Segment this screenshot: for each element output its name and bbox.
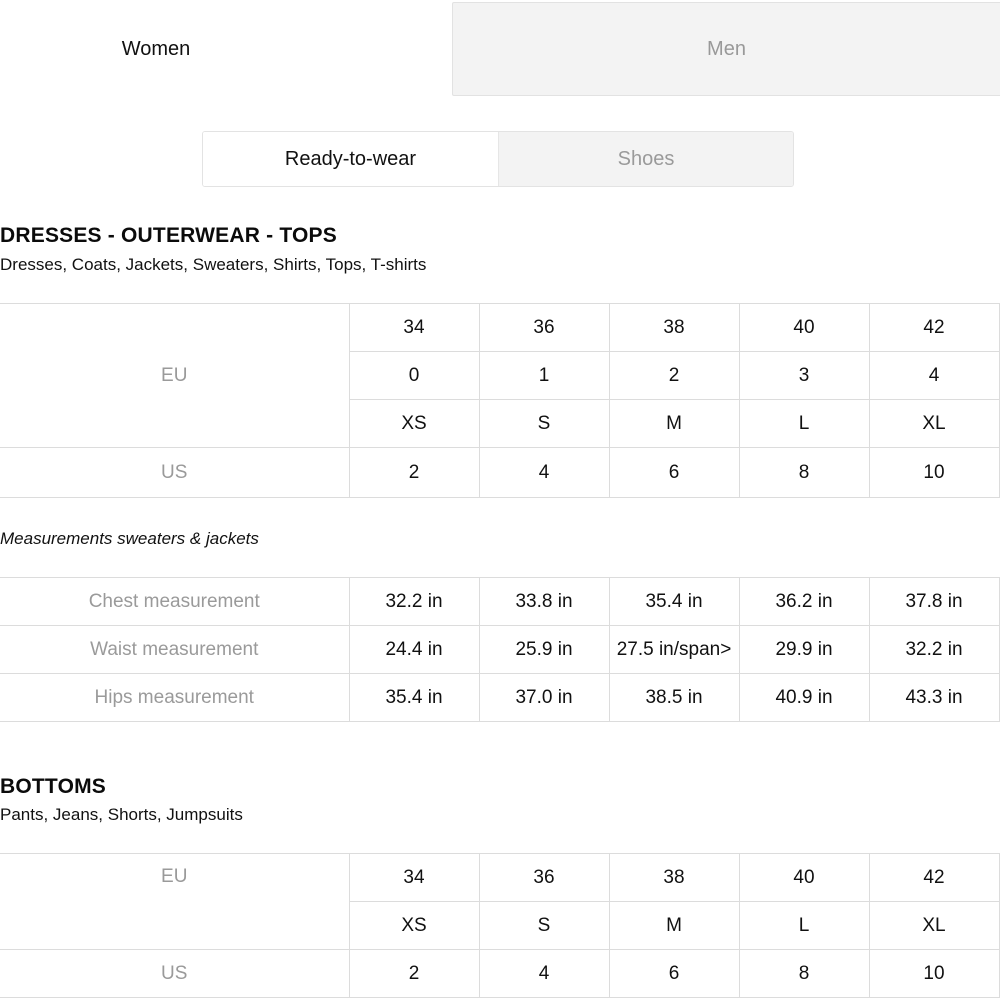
table-cell: M	[608, 399, 740, 448]
table-cell: XS	[349, 901, 480, 950]
tops-section-subtitle: Dresses, Coats, Jackets, Sweaters, Shirt…	[0, 255, 427, 274]
table-cell: 1	[478, 351, 610, 400]
table-cell: 10	[868, 949, 1000, 998]
table-row: Chest measurement 32.2 in 33.8 in 35.4 i…	[0, 577, 1000, 626]
table-cell: 10	[868, 447, 1000, 498]
bottoms-section-title: BOTTOMS	[0, 775, 107, 798]
table-cell: 4	[868, 351, 1000, 400]
eu-row-label: EU	[0, 853, 350, 950]
tab-shoes[interactable]: Shoes	[499, 132, 793, 186]
table-cell: L	[738, 399, 870, 448]
table-cell: 2	[608, 351, 740, 400]
table-cell: 6	[608, 949, 740, 998]
waist-measurement-label: Waist measurement	[0, 625, 350, 674]
table-row: Hips measurement 35.4 in 37.0 in 38.5 in…	[0, 673, 1000, 722]
table-row: US 2 4 6 8 10	[0, 949, 1000, 998]
table-cell: 6	[608, 447, 740, 498]
table-cell: 35.4 in	[608, 577, 740, 626]
table-cell: 37.0 in	[478, 673, 610, 722]
us-row-label: US	[0, 447, 350, 498]
table-cell: 36	[478, 303, 610, 352]
table-cell: 25.9 in	[478, 625, 610, 674]
table-cell: 42	[868, 303, 1000, 352]
table-cell: 34	[348, 303, 480, 352]
tab-men-label: Men	[707, 37, 746, 60]
tab-ready-to-wear[interactable]: Ready-to-wear	[203, 132, 499, 186]
bottoms-size-table: EU 34 36 38 40 42 XS S M L XL US 2 4 6 8…	[0, 853, 1000, 998]
bottoms-section-subtitle: Pants, Jeans, Shorts, Jumpsuits	[0, 805, 243, 824]
table-cell: 36	[478, 853, 610, 902]
table-cell: M	[608, 901, 740, 950]
table-cell: 36.2 in	[738, 577, 870, 626]
table-cell: S	[478, 399, 610, 448]
table-cell: 40.9 in	[738, 673, 870, 722]
category-switcher: Ready-to-wear Shoes	[202, 131, 794, 187]
tab-shoes-label: Shoes	[617, 147, 675, 170]
table-cell: 35.4 in	[348, 673, 480, 722]
table-cell: 29.9 in	[738, 625, 870, 674]
table-cell: 33.8 in	[478, 577, 610, 626]
tops-size-table: EU 34 36 38 40 42 0 1 2 3 4 XS S M L XL …	[0, 303, 1000, 498]
table-cell: 38	[608, 853, 740, 902]
table-cell: 3	[738, 351, 870, 400]
table-row: EU 34 36 38 40 42	[0, 303, 1000, 448]
measurements-note: Measurements sweaters & jackets	[0, 529, 259, 548]
table-cell: 0	[349, 351, 480, 400]
table-cell: 42	[868, 853, 1000, 902]
measurements-table: Chest measurement 32.2 in 33.8 in 35.4 i…	[0, 577, 1000, 722]
us-row-label: US	[0, 949, 350, 998]
size-guide-page: Women Men Ready-to-wear Shoes DRESSES - …	[0, 0, 1000, 1000]
table-cell: 27.5 in/span>	[608, 625, 740, 674]
tab-men[interactable]: Men	[452, 2, 1000, 96]
table-cell: 34	[348, 853, 480, 902]
table-cell: L	[738, 901, 870, 950]
table-cell: 38	[608, 303, 740, 352]
table-cell: 32.2 in	[348, 577, 480, 626]
table-cell: 2	[348, 949, 480, 998]
table-cell: XL	[868, 399, 1000, 448]
table-cell: 2	[348, 447, 480, 498]
table-row: Waist measurement 24.4 in 25.9 in 27.5 i…	[0, 625, 1000, 674]
table-cell: 32.2 in	[868, 625, 1000, 674]
table-row: EU 34 36 38 40 42	[0, 853, 1000, 950]
table-row: US 2 4 6 8 10	[0, 447, 1000, 498]
table-cell: 43.3 in	[868, 673, 1000, 722]
tab-women[interactable]: Women	[0, 2, 312, 96]
table-cell: 38.5 in	[608, 673, 740, 722]
chest-measurement-label: Chest measurement	[0, 577, 350, 626]
table-cell: XS	[349, 399, 480, 448]
hips-measurement-label: Hips measurement	[0, 673, 350, 722]
table-cell: 37.8 in	[868, 577, 1000, 626]
table-cell: S	[478, 901, 610, 950]
table-cell: 40	[738, 853, 870, 902]
table-cell: 40	[738, 303, 870, 352]
table-cell: 4	[478, 447, 610, 498]
table-cell: XL	[868, 901, 1000, 950]
tab-women-label: Women	[121, 37, 191, 60]
table-cell: 8	[738, 447, 870, 498]
tab-ready-to-wear-label: Ready-to-wear	[284, 147, 417, 170]
tops-section-title: DRESSES - OUTERWEAR - TOPS	[0, 224, 337, 247]
table-cell: 4	[478, 949, 610, 998]
eu-row-label: EU	[0, 303, 350, 448]
table-cell: 24.4 in	[348, 625, 480, 674]
table-cell: 8	[738, 949, 870, 998]
